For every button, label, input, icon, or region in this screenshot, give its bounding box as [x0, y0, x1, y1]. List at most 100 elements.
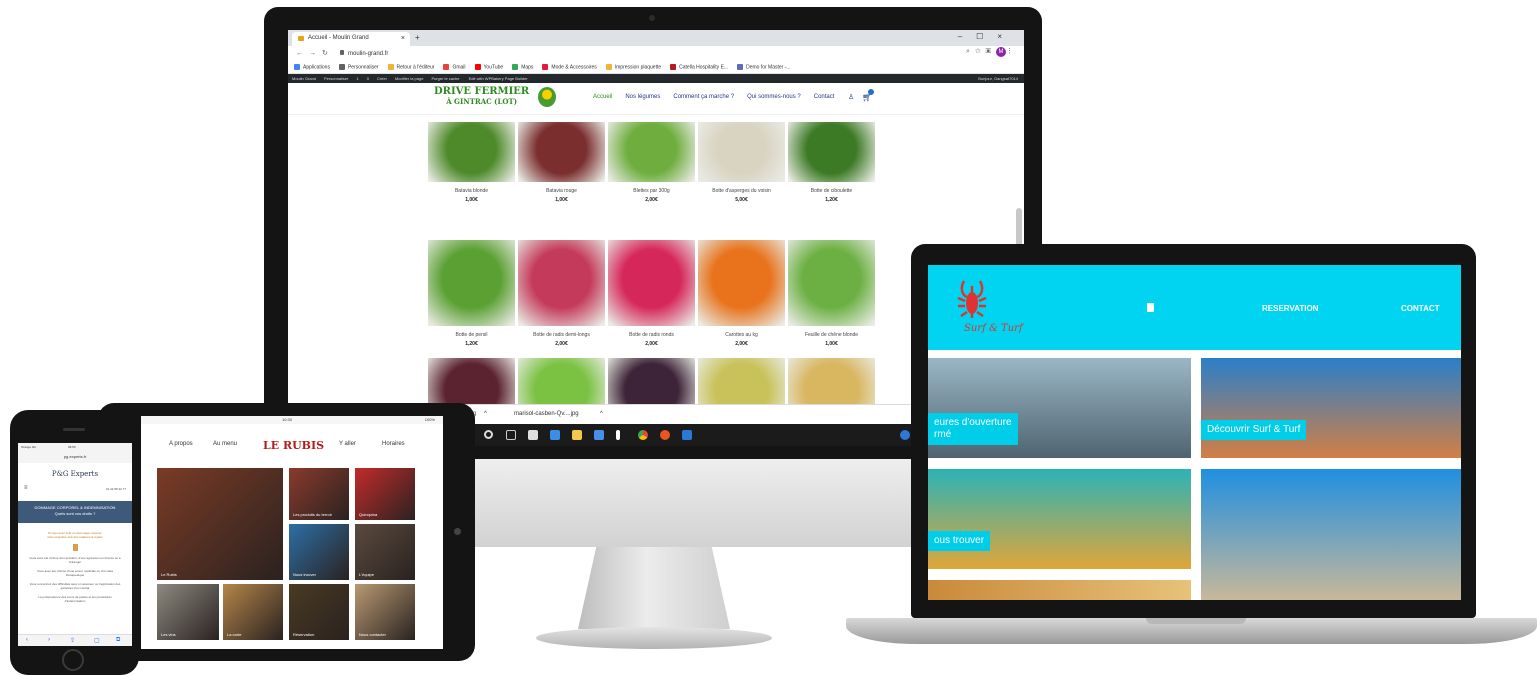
- product-name[interactable]: Botte de radis demi-longs: [518, 332, 605, 338]
- product-card[interactable]: Feuille de chêne blonde 1,00€: [788, 240, 875, 347]
- product-card[interactable]: Batavia blonde 1,00€: [428, 122, 515, 210]
- product-card[interactable]: Carottes au kg 2,00€: [698, 240, 785, 347]
- address-field[interactable]: moulin-grand.fr: [340, 50, 388, 57]
- site-nav-item[interactable]: Comment ça marche ?: [673, 94, 734, 100]
- product-name[interactable]: Botte d'asperges du voisin: [698, 188, 785, 194]
- phone-number[interactable]: 01 42 68 42 77: [106, 487, 126, 491]
- firefox-icon[interactable]: [660, 430, 670, 440]
- search-icon[interactable]: [484, 430, 493, 439]
- site-nav-item[interactable]: Accueil: [593, 94, 612, 100]
- product-image[interactable]: [698, 240, 785, 326]
- gallery-image[interactable]: Les produits du terroir: [289, 468, 349, 520]
- bookmarks-icon[interactable]: ▢: [94, 637, 100, 644]
- gallery-image[interactable]: Réservation: [289, 584, 349, 640]
- file-explorer-icon[interactable]: [572, 430, 582, 440]
- product-name[interactable]: Botte de radis ronds: [608, 332, 695, 338]
- bookmark-item[interactable]: Gmail: [443, 64, 466, 70]
- bookmark-item[interactable]: Personnaliser: [338, 64, 379, 70]
- wp-admin-item[interactable]: 0: [367, 76, 369, 81]
- surf-tile[interactable]: ous trouver: [928, 469, 1191, 569]
- product-image[interactable]: [788, 240, 875, 326]
- wp-admin-item[interactable]: Moulin Grand: [292, 76, 316, 81]
- product-name[interactable]: Botte de ciboulette: [788, 188, 875, 194]
- product-card[interactable]: Botte de radis ronds 2,00€: [608, 240, 695, 347]
- hamburger-menu-icon[interactable]: ≡: [24, 485, 28, 491]
- gallery-image[interactable]: Les vins: [157, 584, 219, 640]
- bookmark-item[interactable]: Maps: [512, 64, 533, 70]
- browser-toolbar-icons[interactable]: ⌕☆▣ M ⋮: [966, 47, 1018, 57]
- product-image[interactable]: [788, 122, 875, 182]
- site-logo[interactable]: DRIVE FERMIER À GINTRAC (LOT): [434, 87, 529, 107]
- nav-horaires[interactable]: Horaires: [382, 441, 405, 447]
- tabs-icon[interactable]: ⧉: [116, 637, 120, 644]
- gallery-image[interactable]: L'équipe: [355, 524, 415, 580]
- bookmark-item[interactable]: Catella Hospitality E...: [670, 64, 728, 70]
- chevron-up-icon[interactable]: ^: [600, 411, 603, 417]
- wp-admin-item[interactable]: 1: [356, 76, 358, 81]
- task-view-icon[interactable]: [506, 430, 516, 440]
- bookmark-item[interactable]: Demo for Master -...: [737, 64, 791, 70]
- gallery-image[interactable]: Nous contacter: [355, 584, 415, 640]
- product-name[interactable]: Blettes par 300g: [608, 188, 695, 194]
- phone-home-button[interactable]: [62, 649, 84, 671]
- product-card[interactable]: Batavia rouge 1,00€: [518, 122, 605, 210]
- wp-builder-link[interactable]: Edit with WPBakery Page Builder: [469, 76, 528, 81]
- window-controls[interactable]: –☐×: [958, 32, 1016, 41]
- product-name[interactable]: Feuille de chêne blonde: [788, 332, 875, 338]
- user-icon[interactable]: ♙: [848, 93, 854, 101]
- browser-nav-icons[interactable]: ←→↻: [296, 49, 334, 57]
- site-nav-item[interactable]: Qui sommes-nous ?: [747, 94, 801, 100]
- wp-admin-item[interactable]: Personnaliser: [324, 76, 348, 81]
- product-name[interactable]: Batavia blonde: [428, 188, 515, 194]
- lobster-logo-icon[interactable]: [955, 278, 989, 326]
- browser-tab[interactable]: Accueil - Moulin Grand ×: [292, 32, 410, 46]
- bookmark-nav-icon[interactable]: [1147, 303, 1154, 312]
- surf-tile[interactable]: [1201, 469, 1461, 600]
- pg-experts-logo[interactable]: P&G Experts: [18, 470, 132, 478]
- lightning-icon[interactable]: [616, 430, 620, 440]
- mail-icon[interactable]: [550, 430, 560, 440]
- close-tab-icon[interactable]: ×: [401, 35, 405, 42]
- nav-a-propos[interactable]: A propos: [169, 441, 193, 447]
- app-icon[interactable]: [682, 430, 692, 440]
- chevron-up-icon[interactable]: ^: [484, 411, 487, 417]
- surf-tile[interactable]: eures d'ouverture rmé: [928, 358, 1191, 458]
- product-image[interactable]: [698, 122, 785, 182]
- product-card[interactable]: Blettes par 300g 2,00€: [608, 122, 695, 210]
- dropbox-icon[interactable]: [594, 430, 604, 440]
- product-card[interactable]: Botte de ciboulette 1,20€: [788, 122, 875, 210]
- product-name[interactable]: Batavia rouge: [518, 188, 605, 194]
- wp-admin-item[interactable]: Créer: [377, 76, 387, 81]
- wp-admin-item[interactable]: Purger le cache: [431, 76, 459, 81]
- nav-reservation[interactable]: RESERVATION: [1262, 304, 1318, 313]
- product-image[interactable]: [518, 122, 605, 182]
- help-icon[interactable]: [900, 430, 910, 440]
- bookmark-item[interactable]: Mode & Accessoires: [542, 64, 597, 70]
- bookmark-item[interactable]: Applications: [294, 64, 330, 70]
- product-image[interactable]: [428, 122, 515, 182]
- product-card[interactable]: Botte de radis demi-longs 2,00€: [518, 240, 605, 347]
- product-card[interactable]: Botte de persil 1,20€: [428, 240, 515, 347]
- download-item[interactable]: marisol-casben-Qv....jpg: [514, 411, 579, 417]
- product-name[interactable]: Carottes au kg: [698, 332, 785, 338]
- nav-au-menu[interactable]: Au menu: [213, 441, 237, 447]
- gallery-image[interactable]: Nous trouver: [289, 524, 349, 580]
- gallery-image[interactable]: La carte: [223, 584, 283, 640]
- scrollbar-thumb[interactable]: [1016, 208, 1022, 248]
- site-nav-item[interactable]: Nos légumes: [625, 94, 660, 100]
- product-name[interactable]: Botte de persil: [428, 332, 515, 338]
- bookmark-item[interactable]: Retour à l'éditeur: [387, 64, 434, 70]
- profile-avatar[interactable]: M: [996, 47, 1006, 57]
- gallery-image[interactable]: Quinquina: [355, 468, 415, 520]
- nav-y-aller[interactable]: Y aller: [339, 441, 356, 447]
- product-card[interactable]: Botte d'asperges du voisin 5,00€: [698, 122, 785, 210]
- back-icon[interactable]: ‹: [26, 637, 28, 643]
- wp-greeting[interactable]: Bonjour, Gangsat7014: [978, 76, 1018, 81]
- gallery-image[interactable]: Le Rubis: [157, 468, 283, 580]
- new-tab-icon[interactable]: +: [415, 33, 420, 42]
- nav-contact[interactable]: CONTACT: [1401, 304, 1440, 313]
- tablet-home-button[interactable]: [454, 528, 461, 535]
- product-image[interactable]: [608, 240, 695, 326]
- site-nav-item[interactable]: Contact: [814, 94, 835, 100]
- bookmark-item[interactable]: YouTube: [474, 64, 503, 70]
